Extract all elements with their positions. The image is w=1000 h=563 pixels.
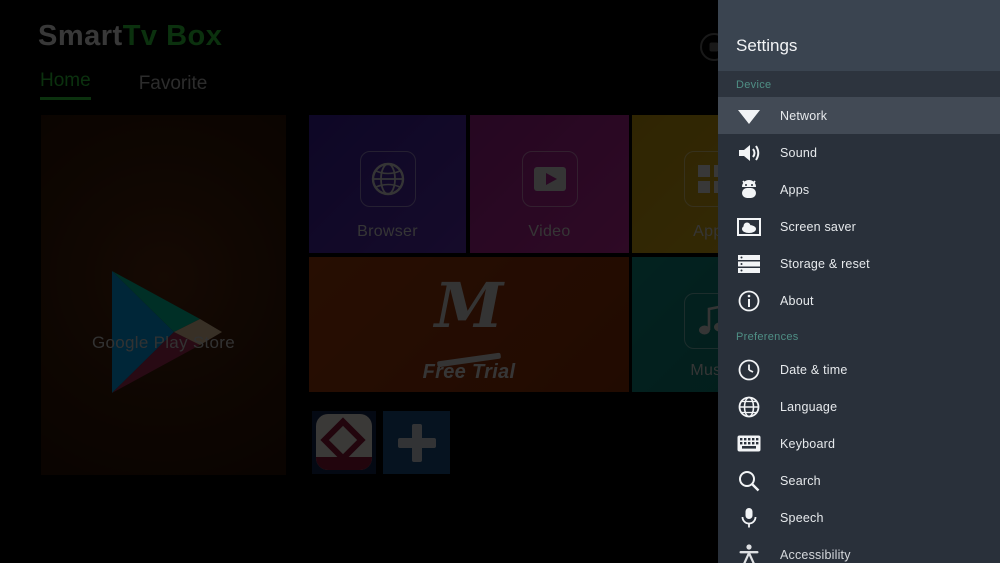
tile-epub-reader[interactable] [312, 411, 376, 474]
settings-item-sound[interactable]: Sound [718, 134, 1000, 171]
tile-label: Free Trial [422, 361, 516, 383]
tile-label: Apps [693, 223, 718, 240]
globe-icon [736, 394, 762, 420]
settings-item-about[interactable]: About [718, 282, 1000, 319]
settings-item-date-time[interactable]: Date & time [718, 351, 1000, 388]
settings-item-label: Speech [780, 510, 824, 525]
settings-item-label: Storage & reset [780, 256, 870, 271]
magnifier-icon [736, 468, 762, 494]
tab-favorite[interactable]: Favorite [139, 73, 208, 100]
section-label-preferences: Preferences [736, 331, 799, 343]
brand-word-smart: Smart [38, 20, 123, 52]
settings-item-network[interactable]: Network [718, 97, 1000, 134]
tile-label: Music [690, 362, 718, 379]
settings-item-search[interactable]: Search [718, 462, 1000, 499]
tile-label: Browser [357, 223, 418, 240]
keyboard-icon [736, 431, 762, 457]
settings-item-accessibility[interactable]: Accessibility [718, 536, 1000, 563]
settings-item-label: Screen saver [780, 219, 857, 234]
tile-video[interactable]: Video [470, 115, 629, 253]
settings-header: Settings [718, 0, 1000, 71]
tile-music[interactable]: Music [632, 257, 718, 392]
settings-item-label: Accessibility [780, 547, 851, 562]
tile-label: Video [528, 223, 571, 240]
wifi-icon [736, 103, 762, 129]
settings-item-apps[interactable]: Apps [718, 171, 1000, 208]
settings-item-label: Search [780, 473, 821, 488]
tile-label: Google Play Store [91, 333, 236, 352]
clock-icon [736, 357, 762, 383]
settings-item-label: Keyboard [780, 436, 836, 451]
settings-item-label: Apps [780, 182, 810, 197]
settings-item-label: Network [780, 108, 828, 123]
info-icon [736, 288, 762, 314]
search-icon[interactable] [700, 33, 718, 61]
google-play-icon [104, 267, 224, 397]
tab-home[interactable]: Home [40, 70, 91, 100]
launcher-home-screen: SmartTv Box Home Favorite Google Play St… [0, 0, 718, 563]
section-label-device: Device [718, 71, 1000, 97]
m-monogram-icon: M [434, 269, 504, 342]
plus-icon [397, 423, 436, 462]
settings-panel: Settings Device Network Sound Apps Scree… [718, 0, 1000, 563]
tile-browser[interactable]: Browser [309, 115, 466, 253]
grid-icon [684, 151, 718, 207]
music-note-icon [684, 293, 718, 349]
accessibility-icon [736, 542, 762, 563]
storage-icon [736, 251, 762, 277]
settings-item-screen-saver[interactable]: Screen saver [718, 208, 1000, 245]
tile-apps[interactable]: Apps [632, 115, 718, 253]
screen: SmartTv Box Home Favorite Google Play St… [0, 0, 1000, 563]
play-button-icon [521, 151, 578, 207]
settings-item-label: Date & time [780, 362, 848, 377]
page-title: Settings [736, 36, 798, 55]
app-brand-title: SmartTv Box [38, 20, 222, 53]
epub-reader-icon [316, 414, 372, 470]
tile-add-app[interactable] [383, 411, 450, 474]
brand-word-tvbox: Tv Box [122, 20, 223, 52]
settings-item-keyboard[interactable]: Keyboard [718, 425, 1000, 462]
launcher-tabs: Home Favorite [40, 70, 207, 100]
screensaver-icon [736, 214, 762, 240]
tile-google-play-store[interactable]: Google Play Store [41, 115, 286, 475]
globe-icon [359, 151, 416, 207]
microphone-icon [736, 505, 762, 531]
speaker-icon [736, 140, 762, 166]
settings-item-storage-reset[interactable]: Storage & reset [718, 245, 1000, 282]
settings-item-label: Sound [780, 145, 818, 160]
settings-item-speech[interactable]: Speech [718, 499, 1000, 536]
settings-item-label: About [780, 293, 814, 308]
android-icon [736, 177, 762, 203]
settings-item-language[interactable]: Language [718, 388, 1000, 425]
tile-free-trial[interactable]: M Free Trial [309, 257, 629, 392]
settings-item-label: Language [780, 399, 838, 414]
